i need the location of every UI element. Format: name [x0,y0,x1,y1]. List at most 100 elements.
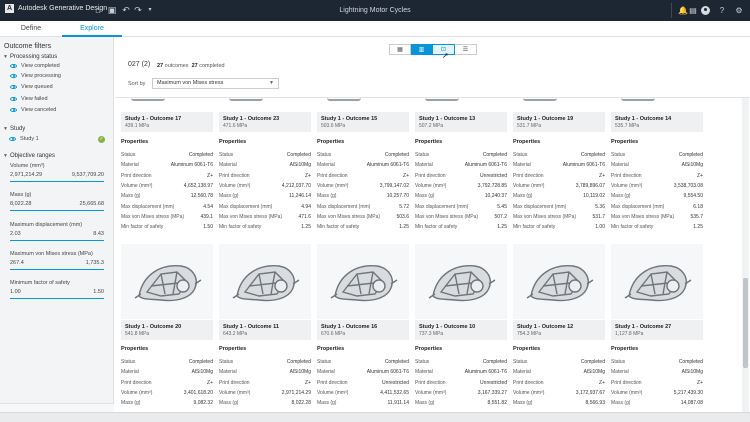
outcome-card[interactable]: Study 1 - Outcome 11 643.2 MPa Properties S… [219,244,311,412]
filter-view-completed[interactable]: View completed [10,63,60,69]
filter-view-queued[interactable]: View queued [10,84,53,90]
list-view-button[interactable]: ☰ [455,44,477,55]
range-values-stress[interactable]: 267.4 1,735.3 [10,260,104,266]
help-icon[interactable]: ? [716,0,728,21]
outcome-caption[interactable]: Study 1 - Outcome 19 531.7 MPa [513,112,605,132]
property-label: Material [513,369,531,376]
outcome-card[interactable]: Study 1 - Outcome 13 507.2 MPa Properties S… [415,98,507,243]
property-row: Mass (g) 9,554.50 [611,193,703,199]
range-values-safety[interactable]: 1.00 1.50 [10,289,104,295]
part-thumbnail[interactable] [121,98,213,111]
outcome-caption[interactable]: Study 1 - Outcome 10 737.3 MPa [415,320,507,340]
save-icon[interactable]: ▣ [106,0,118,21]
undo-icon[interactable]: ↶ [120,0,132,21]
settings-icon[interactable]: ⚙ [733,0,745,21]
property-value: 10,240.37 [484,193,507,200]
property-value: Unrestricted [480,172,507,179]
part-thumbnail[interactable] [317,98,409,111]
range-values-mass[interactable]: 8,022.28 25,665.68 [10,201,104,207]
range-values-displacement[interactable]: 2.03 8.43 [10,231,104,237]
outcome-card[interactable]: Study 1 - Outcome 12 754.3 MPa Properties S… [513,244,605,412]
property-label: Min factor of safety [317,224,360,231]
tab-explore[interactable]: Explore [62,21,122,37]
outcome-card[interactable]: Study 1 - Outcome 10 737.3 MPa Properties S… [415,244,507,412]
outcome-caption[interactable]: Study 1 - Outcome 20 541.8 MPa [121,320,213,340]
property-row: Material AlSi10Mg [611,162,703,168]
study-header[interactable]: ▼ Study [3,126,25,132]
property-row: Mass (g) 12,560.78 [121,193,213,199]
processing-status-header[interactable]: ▼ Processing status [3,54,57,60]
property-row: Mass (g) 8,551.82 [415,400,507,406]
filter-view-failed[interactable]: View failed [10,96,48,102]
outcome-card[interactable]: Study 1 - Outcome 27 1,127.8 MPa Propertie… [611,244,703,412]
eye-icon[interactable] [10,97,17,101]
property-value: Completed [286,152,311,158]
outcome-card[interactable]: Study 1 - Outcome 17 439.1 MPa Properties S… [121,98,213,243]
outcome-stress: 1,127.8 MPa [615,331,644,337]
range-slider-mass[interactable] [10,210,104,211]
outcome-caption[interactable]: Study 1 - Outcome 15 503.6 MPa [317,112,409,132]
outcome-caption[interactable]: Study 1 - Outcome 23 471.6 MPa [219,112,311,132]
property-label: Material [317,369,335,376]
grid-large-view-button[interactable]: ▥ [411,44,433,55]
grid-small-view-button[interactable]: ▦ [389,44,411,55]
outcome-card[interactable]: Study 1 - Outcome 15 503.6 MPa Properties S… [317,98,409,243]
eye-icon[interactable] [9,137,16,141]
range-slider-volume[interactable] [10,181,104,182]
part-thumbnail[interactable] [415,244,507,319]
outcome-card[interactable]: Study 1 - Outcome 14 535.7 MPa Properties S… [611,98,703,243]
filter-view-processing[interactable]: View processing [10,73,61,79]
scrollbar-thumb[interactable] [743,278,748,368]
part-thumbnail[interactable] [121,244,213,319]
tab-define[interactable]: Define [0,21,62,37]
sort-dropdown[interactable]: Maximum von Mises stress ▼ [152,78,279,89]
part-thumbnail[interactable] [513,98,605,111]
outcome-stress: 737.3 MPa [419,331,444,337]
part-thumbnail[interactable] [513,244,605,319]
panel-horizontal-scrollbar[interactable] [0,403,114,412]
part-thumbnail[interactable] [415,98,507,111]
range-slider-displacement[interactable] [10,240,104,241]
study-filter-item[interactable]: Study 1 ✓ [9,135,105,143]
eye-icon[interactable] [10,85,17,89]
outcome-name: Study 1 - Outcome 15 [321,116,378,122]
eye-icon[interactable] [10,64,17,68]
property-label: Material [121,162,139,169]
redo-icon[interactable]: ↷ [132,0,144,21]
outcome-card[interactable]: Study 1 - Outcome 19 531.7 MPa Properties S… [513,98,605,243]
part-thumbnail[interactable] [219,98,311,111]
range-values-volume[interactable]: 2,971,214.29 9,537,709.20 [10,172,104,178]
property-row: Material Aluminum 6061-T6 [415,162,507,168]
part-thumbnail[interactable] [219,244,311,319]
generative-part-icon [428,265,496,302]
outcome-filters-panel: Outcome filters ▼ Processing status View… [0,37,114,412]
home-icon[interactable]: ⌂ [92,0,104,21]
outcome-caption[interactable]: Study 1 - Outcome 13 507.2 MPa [415,112,507,132]
outcome-card[interactable]: Study 1 - Outcome 16 670.6 MPa Properties S… [317,244,409,412]
property-label: Min factor of safety [121,224,164,231]
property-row: Volume (mm³) 3,538,703.08 [611,183,703,189]
range-slider-stress[interactable] [10,269,104,270]
part-shape-icon [229,98,263,101]
dropdown-icon[interactable]: ▾ [144,0,156,21]
part-thumbnail[interactable] [611,98,703,111]
eye-icon[interactable] [10,74,17,78]
data-panel-icon[interactable]: ▤ [687,0,699,21]
outcome-name: Study 1 - Outcome 23 [223,116,280,122]
outcome-card[interactable]: Study 1 - Outcome 20 541.8 MPa Properties S… [121,244,213,412]
objective-ranges-header[interactable]: ▼ Objective ranges [3,153,55,159]
range-slider-safety[interactable] [10,298,104,299]
outcome-caption[interactable]: Study 1 - Outcome 14 535.7 MPa [611,112,703,132]
outcome-caption[interactable]: Study 1 - Outcome 16 670.6 MPa [317,320,409,340]
filter-view-canceled[interactable]: View canceled [10,107,56,113]
part-thumbnail[interactable] [317,244,409,319]
outcome-caption[interactable]: Study 1 - Outcome 12 754.3 MPa [513,320,605,340]
part-thumbnail[interactable] [611,244,703,319]
user-avatar[interactable] [701,6,710,15]
grid-vertical-scrollbar[interactable] [742,98,749,412]
outcome-caption[interactable]: Study 1 - Outcome 27 1,127.8 MPa [611,320,703,340]
outcome-caption[interactable]: Study 1 - Outcome 17 439.1 MPa [121,112,213,132]
eye-icon[interactable] [10,108,17,112]
outcome-caption[interactable]: Study 1 - Outcome 11 643.2 MPa [219,320,311,340]
outcome-card[interactable]: Study 1 - Outcome 23 471.6 MPa Properties S… [219,98,311,243]
